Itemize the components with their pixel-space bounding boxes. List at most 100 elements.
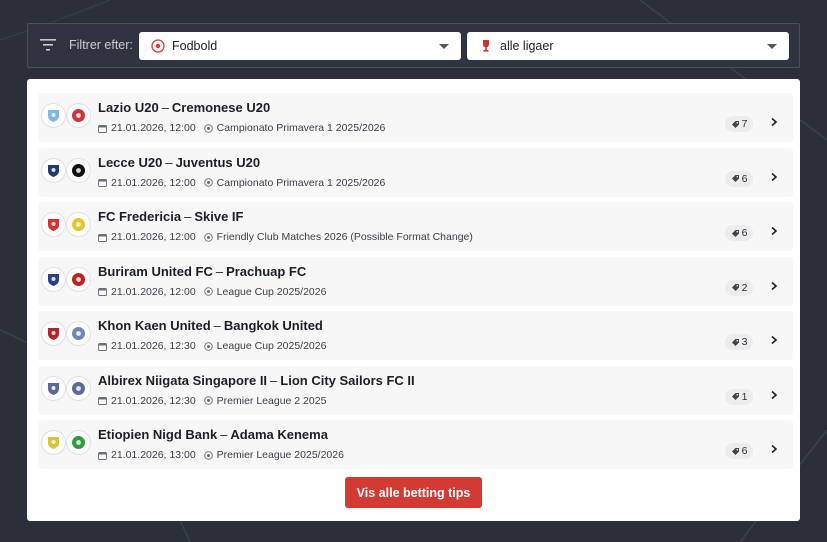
- club-crest-icon: [48, 437, 59, 449]
- filter-label: Filtrer efter:: [69, 38, 133, 52]
- away-team-logo: [66, 321, 91, 346]
- club-crest-icon: [72, 163, 85, 177]
- competition-name: Premier League 2 2025: [216, 394, 327, 407]
- match-meta: 21.01.2026, 12:00 Friendly Club Matches …: [98, 231, 473, 243]
- match-row[interactable]: Khon Kaen United – Bangkok United 21.01.20…: [38, 311, 793, 360]
- sport-select[interactable]: Fodbold: [139, 32, 461, 60]
- sport-select-value: Fodbold: [172, 39, 218, 53]
- competition: Premier League 2025/2026: [203, 449, 344, 461]
- club-crest-icon: [48, 273, 59, 286]
- show-all-tips-button[interactable]: Vis alle betting tips: [345, 477, 482, 508]
- calendar-icon: [98, 397, 107, 405]
- tips-count-badge: 6: [725, 225, 753, 241]
- competition-icon: [203, 450, 213, 460]
- tips-count: 1: [741, 390, 748, 403]
- tips-count: 6: [741, 227, 748, 239]
- competition-name: Campionato Primavera 1 2025/2026: [216, 176, 386, 189]
- tips-count-badge: 2: [725, 279, 753, 296]
- trophy-icon: [483, 40, 489, 52]
- match-meta: 21.01.2026, 12:00 League Cup 2025/2026: [98, 286, 326, 298]
- competition-icon: [203, 341, 213, 351]
- versus-dash: –: [165, 154, 173, 170]
- away-team-logo: [66, 266, 91, 292]
- club-crest-icon: [48, 328, 59, 340]
- match-row[interactable]: Etiopien Nigd Bank – Adama Kenema 21.01.20…: [38, 420, 793, 469]
- match-datetime: 21.01.2026, 12:30: [111, 394, 196, 407]
- match-teams: Khon Kaen United – Bangkok United: [98, 318, 323, 333]
- away-team-logo: [66, 103, 91, 128]
- home-team-logo: [41, 375, 66, 401]
- home-team-name: Albirex Niigata Singapore II: [98, 372, 268, 388]
- league-select[interactable]: alle ligaer: [467, 32, 789, 60]
- versus-dash: –: [270, 372, 278, 388]
- competition-icon: [203, 287, 213, 296]
- match-row[interactable]: Lecce U20– Juventus U20 21.01.2026, 12:00…: [38, 147, 793, 197]
- home-team-name: FC Fredericia: [98, 209, 182, 224]
- chevron-right-icon[interactable]: [769, 226, 779, 236]
- tag-icon: [731, 393, 739, 400]
- competition-name: Campionato Primavera 1 2025/2026: [216, 122, 386, 134]
- match-datetime: 21.01.2026, 12:00: [111, 122, 196, 134]
- away-team-name: Juventus U20: [175, 154, 261, 170]
- tag-icon: [731, 338, 739, 346]
- competition: League Cup 2025/2026: [203, 285, 327, 298]
- competition-name: League Cup 2025/2026: [216, 285, 327, 298]
- away-team-logo: [66, 375, 91, 401]
- match-teams: Lazio U20– Cremonese U20: [98, 100, 270, 115]
- match-teams: Etiopien Nigd Bank – Adama Kenema: [98, 427, 328, 442]
- tips-count: 7: [741, 118, 748, 130]
- chevron-right-icon[interactable]: [769, 335, 779, 345]
- club-crest-icon: [48, 382, 59, 395]
- match-teams: Buriram United FC – Prachuap FC: [98, 264, 306, 279]
- versus-dash: –: [161, 100, 169, 115]
- versus-dash: –: [220, 427, 228, 442]
- home-team-name: Khon Kaen United: [98, 318, 211, 333]
- club-crest-icon: [72, 109, 85, 122]
- competition: Campionato Primavera 1 2025/2026: [203, 122, 386, 134]
- competition: Friendly Club Matches 2026 (Possible For…: [203, 231, 473, 243]
- tag-icon: [731, 447, 739, 455]
- competition-name: League Cup 2025/2026: [216, 340, 327, 352]
- match-meta: 21.01.2026, 12:30 Premier League 2 2025: [98, 395, 326, 407]
- league-select-value: alle ligaer: [500, 39, 554, 53]
- chevron-right-icon[interactable]: [769, 281, 779, 291]
- chevron-right-icon[interactable]: [769, 117, 779, 127]
- home-team-name: Etiopien Nigd Bank: [98, 427, 218, 442]
- calendar-icon: [98, 124, 107, 133]
- away-team-logo: [66, 157, 91, 183]
- chevron-right-icon[interactable]: [769, 172, 779, 182]
- match-teams: Lecce U20– Juventus U20: [98, 155, 260, 170]
- calendar-icon: [98, 451, 107, 460]
- versus-dash: –: [215, 263, 224, 279]
- football-icon: [151, 39, 165, 53]
- chevron-down-icon: [439, 44, 449, 49]
- club-crest-icon: [72, 218, 85, 231]
- match-row[interactable]: Lazio U20– Cremonese U20 21.01.2026, 12:0…: [38, 93, 793, 142]
- club-crest-icon: [72, 327, 85, 340]
- away-team-name: Adama Kenema: [230, 427, 328, 442]
- home-team-logo: [41, 212, 66, 237]
- match-datetime: 21.01.2026, 12:00: [111, 285, 196, 298]
- home-team-logo: [41, 321, 66, 346]
- away-team-name: Bangkok United: [223, 318, 323, 333]
- tag-icon: [731, 175, 739, 182]
- calendar-icon: [98, 179, 107, 187]
- chevron-right-icon[interactable]: [769, 444, 779, 454]
- tag-icon: [731, 120, 739, 128]
- match-row[interactable]: Albirex Niigata Singapore II – Lion City S…: [38, 365, 793, 415]
- match-datetime: 21.01.2026, 13:00: [111, 449, 196, 461]
- club-crest-icon: [72, 381, 85, 395]
- tips-count: 3: [741, 336, 748, 348]
- chevron-right-icon[interactable]: [769, 390, 779, 400]
- tag-icon: [731, 284, 739, 291]
- competition: League Cup 2025/2026: [203, 340, 327, 352]
- match-row[interactable]: FC Fredericia – Skive IF 21.01.2026, 12:00…: [38, 202, 793, 251]
- competition-name: Friendly Club Matches 2026 (Possible For…: [216, 231, 473, 243]
- competition-icon: [203, 396, 213, 405]
- calendar-icon: [98, 342, 107, 351]
- tips-count-badge: 6: [725, 170, 753, 187]
- club-crest-icon: [48, 164, 59, 177]
- match-row[interactable]: Buriram United FC – Prachuap FC 21.01.2026…: [38, 256, 793, 306]
- tips-count-badge: 6: [725, 443, 753, 459]
- calendar-icon: [98, 288, 107, 296]
